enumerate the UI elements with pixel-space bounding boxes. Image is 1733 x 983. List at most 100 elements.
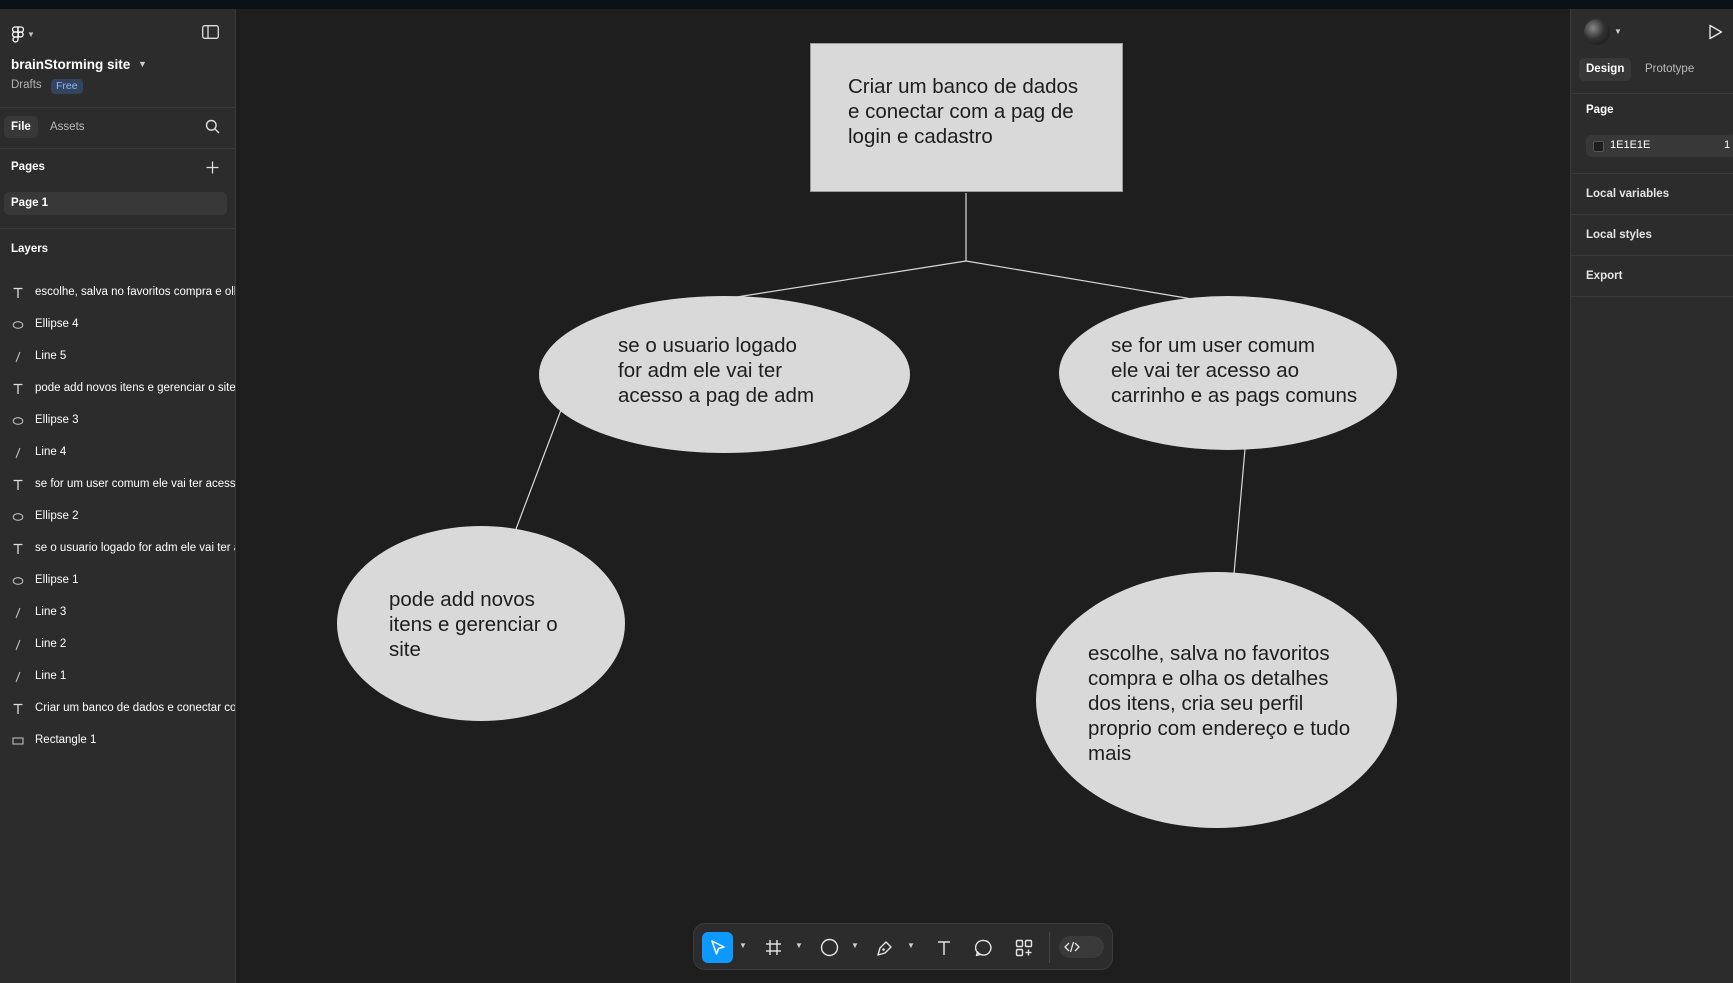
chevron-down-icon[interactable]: ▼ <box>795 941 803 950</box>
tab-prototype[interactable]: Prototype <box>1645 58 1694 81</box>
ellipse-layer-icon <box>10 509 26 525</box>
chevron-down-icon[interactable]: ▼ <box>138 59 147 69</box>
line-4[interactable] <box>515 401 565 530</box>
cursor-icon <box>710 939 725 955</box>
text-line: pode add novos <box>389 588 535 611</box>
page-color-opacity[interactable]: 1 <box>1724 139 1730 151</box>
page-item[interactable]: Page 1 <box>4 192 227 215</box>
canvas[interactable]: Criar um banco de dados e conectar com a… <box>236 9 1570 983</box>
line-5[interactable] <box>1233 448 1246 575</box>
line-layer-icon <box>10 605 26 621</box>
page-section-title: Page <box>1586 104 1614 116</box>
line-3[interactable] <box>965 260 1193 300</box>
figma-logo-icon <box>12 25 24 43</box>
move-tool-button[interactable] <box>702 932 733 963</box>
dev-mode-toggle[interactable] <box>1059 936 1104 958</box>
plan-badge: Free <box>51 79 83 94</box>
ellipse-adm-node[interactable]: se o usuario logado for adm ele vai ter … <box>539 296 910 453</box>
rectangle-root-node[interactable]: Criar um banco de dados e conectar com a… <box>810 43 1123 192</box>
plus-icon <box>206 161 219 174</box>
layer-row[interactable]: pode add novos itens e gerenciar o site <box>0 373 235 405</box>
local-variables-item[interactable]: Local variables <box>1586 188 1669 200</box>
code-icon <box>1064 941 1080 953</box>
present-button[interactable] <box>1708 24 1724 40</box>
layer-row[interactable]: Rectangle 1 <box>0 725 235 757</box>
page-background-field[interactable]: 1E1E1E 1 <box>1586 135 1733 157</box>
tab-file[interactable]: File <box>4 116 38 138</box>
layer-label: Ellipse 1 <box>35 574 79 586</box>
window-top-strip <box>0 0 1733 9</box>
text-tool-button[interactable] <box>931 932 957 963</box>
left-panel-tabs: File Assets <box>0 108 235 149</box>
tab-assets[interactable]: Assets <box>50 116 85 138</box>
export-item[interactable]: Export <box>1586 270 1622 282</box>
chevron-down-icon[interactable]: ▼ <box>739 941 747 950</box>
ellipse-adm-child-node[interactable]: pode add novos itens e gerenciar o site <box>337 526 625 721</box>
line-layer-icon <box>10 349 26 365</box>
frame-tool-button[interactable] <box>760 932 786 963</box>
text-line: acesso a pag de adm <box>618 384 815 407</box>
toggle-sidebar-button[interactable] <box>202 25 220 41</box>
layer-row[interactable]: Line 4 <box>0 437 235 469</box>
ellipse-user-child-node[interactable]: escolhe, salva no favoritos compra e olh… <box>1036 572 1397 828</box>
layer-row[interactable]: Line 1 <box>0 661 235 693</box>
color-swatch[interactable] <box>1593 141 1604 152</box>
chevron-down-icon[interactable]: ▼ <box>907 941 915 950</box>
layer-row[interactable]: Line 5 <box>0 341 235 373</box>
file-location[interactable]: Drafts <box>11 79 42 91</box>
pen-icon <box>877 940 892 956</box>
search-layers-button[interactable] <box>205 119 221 135</box>
layer-row[interactable]: Ellipse 4 <box>0 309 235 341</box>
layer-label: Line 1 <box>35 670 67 682</box>
layer-label: se o usuario logado for adm ele vai ter … <box>35 542 235 554</box>
chevron-down-icon[interactable]: ▼ <box>1614 27 1622 36</box>
add-page-button[interactable] <box>206 161 220 175</box>
user-node-text[interactable]: se for um user comum ele vai ter acesso … <box>1111 333 1401 408</box>
user-child-node-text[interactable]: escolhe, salva no favoritos compra e olh… <box>1088 641 1388 766</box>
layer-row[interactable]: Line 2 <box>0 629 235 661</box>
page-color-hex[interactable]: 1E1E1E <box>1610 139 1650 151</box>
adm-node-text[interactable]: se o usuario logado for adm ele vai ter … <box>618 333 878 408</box>
layer-row[interactable]: Ellipse 3 <box>0 405 235 437</box>
pen-tool-button[interactable] <box>872 932 898 963</box>
root-node-text[interactable]: Criar um banco de dados e conectar com a… <box>848 74 1118 149</box>
layer-row[interactable]: Criar um banco de dados e conectar com a… <box>0 693 235 725</box>
text-line: for adm ele vai ter <box>618 359 783 382</box>
tab-design[interactable]: Design <box>1579 58 1632 81</box>
right-panel: ▼ Design Prototype Page 1E1E1E 1 Local v… <box>1570 9 1733 983</box>
text-line: compra e olha os detalhes <box>1088 667 1329 690</box>
chevron-down-icon[interactable]: ▼ <box>851 941 859 950</box>
local-styles-item[interactable]: Local styles <box>1586 229 1652 241</box>
actions-icon <box>1015 939 1033 956</box>
file-header: ▼ brainStorming site ▼ Drafts Free <box>0 9 235 108</box>
comment-tool-button[interactable] <box>971 932 997 963</box>
layer-row[interactable]: Line 3 <box>0 597 235 629</box>
divider <box>0 228 235 229</box>
layer-label: pode add novos itens e gerenciar o site <box>35 382 235 394</box>
layer-label: Line 2 <box>35 638 67 650</box>
text-layer-icon <box>10 541 26 557</box>
layer-label: Criar um banco de dados e conectar com a… <box>35 702 235 714</box>
adm-child-node-text[interactable]: pode add novos itens e gerenciar o site <box>389 587 609 662</box>
page-item-label: Page 1 <box>11 197 49 209</box>
text-line: ele vai ter acesso ao <box>1111 359 1300 382</box>
layer-row[interactable]: Ellipse 1 <box>0 565 235 597</box>
frame-icon <box>765 940 781 955</box>
main-menu-button[interactable]: ▼ <box>12 23 40 45</box>
ellipse-user-node[interactable]: se for um user comum ele vai ter acesso … <box>1059 296 1397 450</box>
actions-tool-button[interactable] <box>1011 932 1037 963</box>
text-layer-icon <box>10 477 26 493</box>
shape-tool-button[interactable] <box>816 932 842 963</box>
avatar[interactable] <box>1584 19 1610 45</box>
line-2[interactable] <box>723 260 967 300</box>
layers-list: escolhe, salva no favoritos compra e olh… <box>0 277 235 757</box>
layer-row[interactable]: Ellipse 2 <box>0 501 235 533</box>
text-layer-icon <box>10 701 26 717</box>
layer-row[interactable]: se o usuario logado for adm ele vai ter … <box>0 533 235 565</box>
file-title[interactable]: brainStorming site <box>11 57 130 72</box>
layer-row[interactable]: escolhe, salva no favoritos compra e olh… <box>0 277 235 309</box>
sidebar-panel-icon <box>202 25 219 39</box>
layer-label: Line 5 <box>35 350 67 362</box>
text-line: se o usuario logado <box>618 334 797 357</box>
layer-row[interactable]: se for um user comum ele vai ter acesso … <box>0 469 235 501</box>
